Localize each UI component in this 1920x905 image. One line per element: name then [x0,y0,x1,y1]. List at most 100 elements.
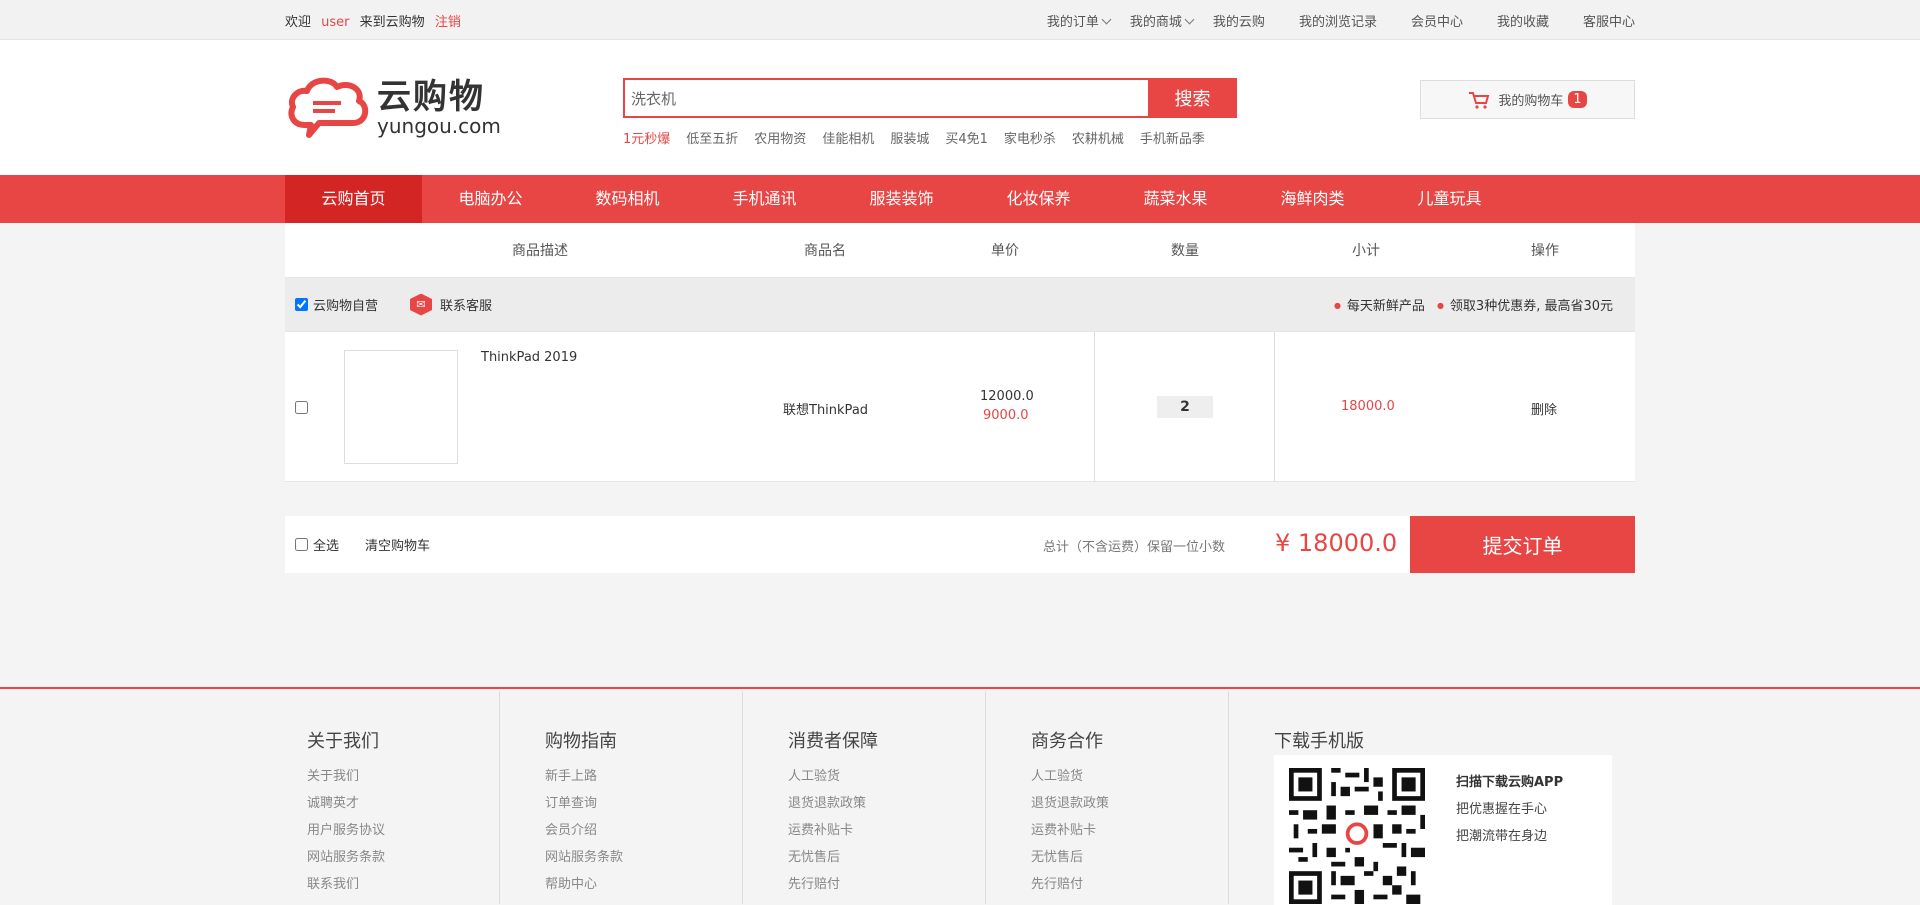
shopping-cart-icon [1469,91,1490,109]
nav-seafood-meat[interactable]: 海鲜肉类 [1244,175,1381,223]
footer-link[interactable]: 运费补贴卡 [788,817,878,844]
clear-cart-link[interactable]: 清空购物车 [365,535,430,554]
my-cart-button[interactable]: 我的购物车 1 [1420,80,1635,119]
my-cart-label: 我的购物车 [1498,94,1564,109]
footer-link[interactable]: 关于我们 [307,763,385,790]
select-all-label[interactable]: 全选 [313,535,339,554]
hotword-link[interactable]: 佳能相机 [822,128,874,147]
footer-col-title: 下载手机版 [1274,731,1364,752]
shop-label: 云购物自营 [313,299,379,314]
hotword-link[interactable]: 服装城 [890,128,929,147]
footer-link[interactable]: 会员介绍 [545,817,623,844]
footer-link[interactable]: 用户服务协议 [307,817,385,844]
footer-link[interactable]: 无忧售后 [788,844,878,871]
total-amount: ¥ 18000.0 [1275,529,1398,557]
divider [1274,332,1275,482]
footer-link[interactable]: 先行赔付 [1031,871,1109,898]
footer-link[interactable]: 人工验货 [788,763,878,790]
product-image[interactable] [344,350,458,464]
cart-summary-bar: 全选 清空购物车 总计（不含运费）保留一位小数 ¥ 18000.0 提交订单 [285,516,1635,573]
footer-link[interactable]: 帮助中心 [545,871,623,898]
footer-link[interactable]: 人工验货 [1031,763,1109,790]
my-orders-link[interactable]: 我的订单 [1047,11,1110,30]
footer-link[interactable]: 无忧售后 [1031,844,1109,871]
footer-link[interactable]: 新手上路 [545,763,623,790]
product-name[interactable]: 联想ThinkPad [783,399,868,418]
main-nav: 云购首页 电脑办公 数码相机 手机通讯 服装装饰 化妆保养 蔬菜水果 海鲜肉类 … [0,175,1920,223]
header-subtotal: 小计 [1352,243,1380,259]
hotword-link[interactable]: 家电秒杀 [1004,128,1056,147]
welcome-area: 欢迎 user 来到云购物 注销 [285,11,467,30]
footer: 关于我们 关于我们 诚聘英才 用户服务协议 网站服务条款 联系我们 购物指南 新… [0,687,1920,905]
search-input[interactable] [623,78,1148,118]
footer-col-protection: 消费者保障 人工验货 退货退款政策 运费补贴卡 无忧售后 先行赔付 [788,689,878,904]
nav-home[interactable]: 云购首页 [285,175,422,223]
site-logo[interactable]: 云购物 yungou.com [287,75,501,141]
hotword-link[interactable]: 手机新品季 [1140,128,1205,147]
favorites-link[interactable]: 我的收藏 [1497,11,1549,30]
search-button[interactable]: 搜索 [1148,78,1237,118]
footer-link[interactable]: 诚聘英才 [307,790,385,817]
member-center-link[interactable]: 会员中心 [1411,11,1463,30]
my-yungou-link[interactable]: 我的云购 [1213,11,1265,30]
header-price: 单价 [991,243,1019,259]
footer-link[interactable]: 订单查询 [545,790,623,817]
original-price: 12000.0 [980,389,1034,404]
submit-order-button[interactable]: 提交订单 [1410,516,1635,573]
footer-link[interactable]: 联系我们 [307,871,385,898]
nav-clothing[interactable]: 服装装饰 [833,175,970,223]
app-download-title: 扫描下载云购APP [1456,775,1564,790]
hotword-link[interactable]: 农用物资 [754,128,806,147]
contact-service-icon[interactable]: ✉ [410,293,433,316]
logo-en-text: yungou.com [377,114,501,138]
hotword-link[interactable]: 1元秒爆 [623,128,670,147]
cart-item-row: ThinkPad 2019 联想ThinkPad 12000.0 9000.0 … [285,332,1635,482]
footer-col-app: 下载手机版 扫描下载云购APP 把优惠握在手心 把潮流带在身边 [1274,689,1614,905]
browse-history-link[interactable]: 我的浏览记录 [1299,11,1377,30]
hotword-link[interactable]: 买4免1 [945,128,988,147]
my-mall-link[interactable]: 我的商城 [1130,11,1193,30]
delete-button[interactable]: 删除 [1531,399,1557,418]
logout-link[interactable]: 注销 [435,15,461,30]
footer-col-about: 关于我们 关于我们 诚聘英才 用户服务协议 网站服务条款 联系我们 [307,689,385,904]
product-description[interactable]: ThinkPad 2019 [481,350,577,365]
item-subtotal: 18000.0 [1341,399,1395,414]
promo-list: 每天新鲜产品 领取3种优惠券, 最高省30元 [1322,295,1635,314]
header: 云购物 yungou.com 搜索 1元秒爆 低至五折 农用物资 佳能相机 服装… [0,40,1920,175]
footer-link[interactable]: 退货退款政策 [1031,790,1109,817]
shop-row: 云购物自营 ✉ 联系客服 每天新鲜产品 领取3种优惠券, 最高省30元 [285,277,1635,332]
contact-service-link[interactable]: 联系客服 [440,295,492,314]
nav-cosmetics[interactable]: 化妆保养 [970,175,1107,223]
footer-link[interactable]: 先行赔付 [788,871,878,898]
shop-checkbox[interactable] [295,298,308,311]
qr-code-icon[interactable] [1289,768,1425,904]
top-bar: 欢迎 user 来到云购物 注销 我的订单 我的商城 我的云购 我的浏览记录 会… [0,0,1920,40]
cart-section: 商品描述 商品名 单价 数量 小计 操作 云购物自营 ✉ 联系客服 每天新鲜产品… [285,223,1635,573]
nav-toys[interactable]: 儿童玩具 [1381,175,1518,223]
quantity-field[interactable]: 2 [1157,396,1213,418]
search-bar: 搜索 [623,78,1237,118]
hotword-link[interactable]: 低至五折 [686,128,738,147]
promo-item: 领取3种优惠券, 最高省30元 [1437,295,1613,314]
header-quantity: 数量 [1171,243,1199,259]
nav-vegetables-fruits[interactable]: 蔬菜水果 [1107,175,1244,223]
footer-link[interactable]: 退货退款政策 [788,790,878,817]
hotword-link[interactable]: 农耕机械 [1072,128,1124,147]
top-nav: 我的订单 我的商城 我的云购 我的浏览记录 会员中心 我的收藏 客服中心 [1013,11,1635,30]
nav-mobile[interactable]: 手机通讯 [696,175,833,223]
sale-price: 9000.0 [983,408,1029,423]
item-checkbox[interactable] [295,401,308,414]
footer-link[interactable]: 网站服务条款 [307,844,385,871]
select-all-checkbox[interactable] [295,538,308,551]
nav-computer-office[interactable]: 电脑办公 [422,175,559,223]
total-label: 总计（不含运费）保留一位小数 [1043,540,1226,555]
customer-service-link[interactable]: 客服中心 [1583,11,1635,30]
username-link[interactable]: user [321,15,349,30]
header-description: 商品描述 [512,243,568,259]
welcome-text: 欢迎 [285,14,312,30]
nav-digital-camera[interactable]: 数码相机 [559,175,696,223]
footer-link[interactable]: 网站服务条款 [545,844,623,871]
footer-link[interactable]: 运费补贴卡 [1031,817,1109,844]
footer-col-business: 商务合作 人工验货 退货退款政策 运费补贴卡 无忧售后 先行赔付 [1031,689,1109,904]
cart-count-badge: 1 [1568,91,1587,108]
